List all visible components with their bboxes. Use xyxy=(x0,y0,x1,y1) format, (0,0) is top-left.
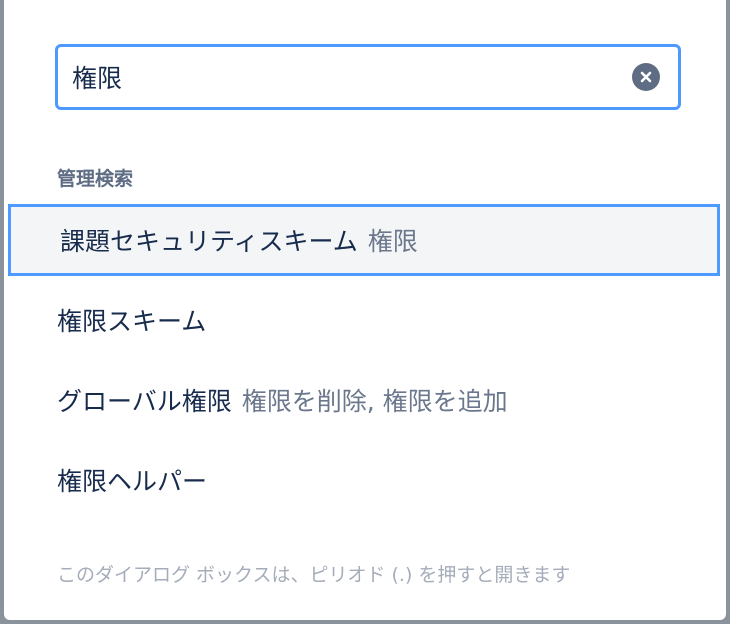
clear-search-button[interactable] xyxy=(632,63,660,91)
result-label: 権限ヘルパー xyxy=(57,467,208,496)
result-item-global-permissions[interactable]: グローバル権限 権限を削除, 権限を追加 xyxy=(4,364,726,436)
search-box xyxy=(55,44,681,110)
search-input[interactable] xyxy=(72,57,612,97)
section-heading: 管理検索 xyxy=(57,168,134,190)
result-item-permission-helper[interactable]: 権限ヘルパー xyxy=(4,444,726,516)
result-item-issue-security-scheme[interactable]: 課題セキュリティスキーム 権限 xyxy=(8,204,720,276)
result-label: 権限スキーム xyxy=(57,307,207,336)
result-hint: 権限 xyxy=(367,227,418,256)
admin-search-dialog: 管理検索 課題セキュリティスキーム 権限 権限スキーム グローバル権限 権限を削… xyxy=(4,0,726,620)
close-circle-icon xyxy=(640,71,652,83)
result-label: グローバル権限 xyxy=(57,387,232,416)
result-label: 課題セキュリティスキーム xyxy=(60,227,358,256)
footer-hint: このダイアログ ボックスは、ピリオド (.) を押すと開きます xyxy=(57,564,571,586)
result-item-permission-scheme[interactable]: 権限スキーム xyxy=(4,284,726,356)
result-hint: 権限を削除, 権限を追加 xyxy=(241,387,508,416)
